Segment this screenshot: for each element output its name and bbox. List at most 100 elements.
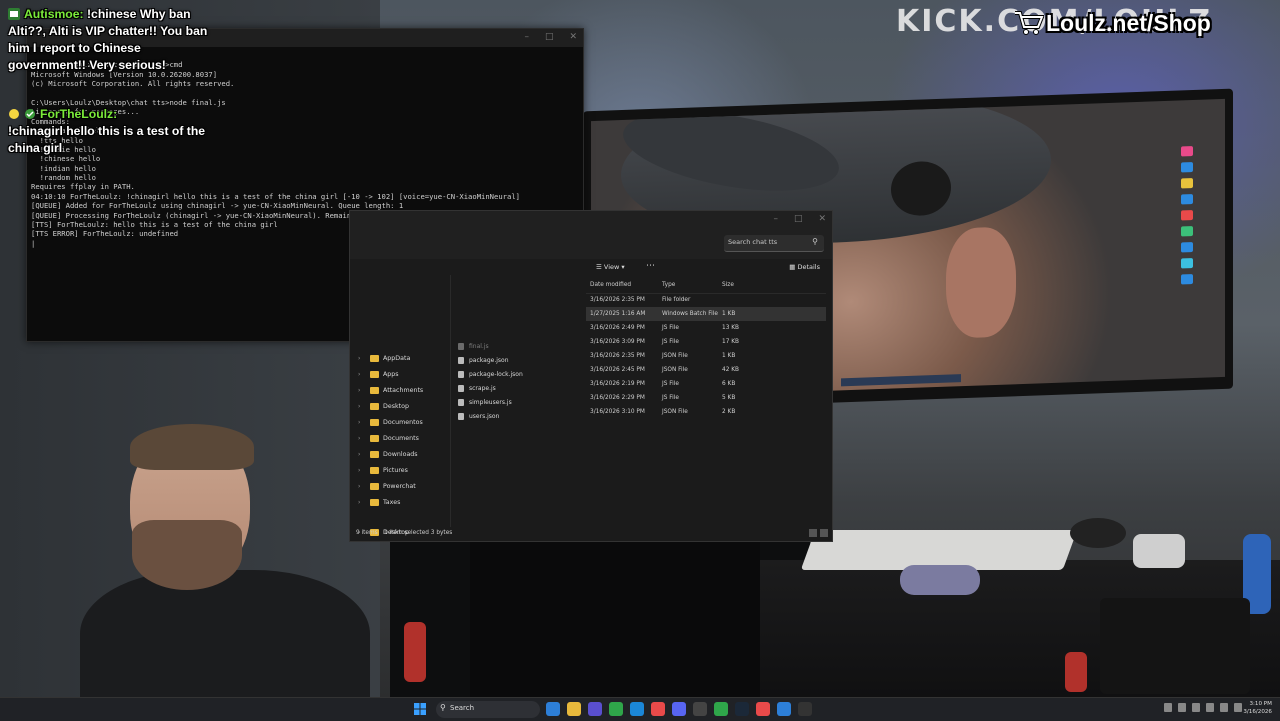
brave-icon[interactable] xyxy=(756,702,770,716)
windows-start-icon[interactable] xyxy=(414,703,426,715)
nav-item-label: AppData xyxy=(383,354,411,362)
app-icon[interactable] xyxy=(693,702,707,716)
chevron-right-icon[interactable]: › xyxy=(358,467,370,474)
minimize-icon[interactable]: – xyxy=(773,214,778,224)
app-icon[interactable] xyxy=(651,702,665,716)
column-type[interactable]: Type xyxy=(662,282,675,288)
cell-date: 3/16/2026 2:35 PM xyxy=(590,297,645,303)
table-row[interactable]: 1/27/2025 1:16 AM Windows Batch File 1 KB xyxy=(586,307,826,321)
chat-username: Autismoe: xyxy=(24,7,84,21)
maximize-icon[interactable]: □ xyxy=(545,32,554,42)
cell-type: JSON File xyxy=(662,353,688,359)
chevron-right-icon[interactable]: › xyxy=(358,419,370,426)
cell-date: 3/16/2026 2:45 PM xyxy=(590,367,645,373)
file-item[interactable]: users.json xyxy=(458,409,586,423)
nav-item[interactable]: › Pictures xyxy=(358,463,408,477)
chevron-right-icon[interactable]: › xyxy=(358,499,370,506)
network-icon[interactable] xyxy=(1178,703,1186,712)
app-icon[interactable] xyxy=(588,702,602,716)
folder-icon xyxy=(370,402,379,410)
details-button[interactable]: ▦ Details xyxy=(789,263,820,271)
mic-icon[interactable] xyxy=(1192,703,1200,712)
chevron-right-icon[interactable]: › xyxy=(358,435,370,442)
table-row[interactable]: 3/16/2026 2:35 PM File folder xyxy=(586,293,826,307)
volume-icon[interactable] xyxy=(1220,703,1228,712)
chevron-up-icon[interactable] xyxy=(1164,703,1172,712)
minimize-icon[interactable]: – xyxy=(524,32,529,42)
folder-icon xyxy=(370,434,379,442)
table-row[interactable]: 3/16/2026 3:09 PM JS File 17 KB xyxy=(586,335,826,349)
folder-icon xyxy=(370,386,379,394)
chevron-right-icon[interactable]: › xyxy=(358,371,370,378)
chevron-right-icon[interactable]: › xyxy=(358,451,370,458)
column-date[interactable]: Date modified xyxy=(590,282,631,288)
table-row[interactable]: 3/16/2026 2:49 PM JS File 13 KB xyxy=(586,321,826,335)
nav-item[interactable]: › Apps xyxy=(358,367,399,381)
file-item[interactable]: package-lock.json xyxy=(458,367,586,381)
file-explorer-window[interactable]: – □ ✕ Search chat tts ⚲ ☰ View ▾ ⋯ ▦ Det… xyxy=(349,210,833,542)
task-view-icon[interactable] xyxy=(546,702,560,716)
app-icon[interactable] xyxy=(714,702,728,716)
nav-item-label: Powerchat xyxy=(383,482,416,490)
hair xyxy=(130,424,254,470)
app-icon[interactable] xyxy=(777,702,791,716)
window-controls: – □ ✕ xyxy=(524,32,577,42)
file-item[interactable]: final.js xyxy=(458,339,586,353)
monitor-taskbar xyxy=(841,374,961,387)
steam-icon[interactable] xyxy=(735,702,749,716)
stream-banner: KICK.COM/LOULZ Loulz.net/Shop xyxy=(896,4,1276,42)
maximize-icon[interactable]: □ xyxy=(794,214,803,224)
view-toggles xyxy=(809,529,828,537)
cell-size: 5 KB xyxy=(722,395,736,401)
table-row[interactable]: 3/16/2026 2:35 PM JSON File 1 KB xyxy=(586,349,826,363)
window-controls: – □ ✕ xyxy=(773,214,826,224)
tiles-view-icon[interactable] xyxy=(820,529,828,537)
more-options-icon[interactable]: ⋯ xyxy=(646,261,655,271)
cell-date: 3/16/2026 2:19 PM xyxy=(590,381,645,387)
table-row[interactable]: 3/16/2026 2:19 PM JS File 6 KB xyxy=(586,377,826,391)
view-button[interactable]: ☰ View ▾ xyxy=(596,263,625,271)
folder-icon xyxy=(370,418,379,426)
search-input[interactable]: Search chat tts xyxy=(728,238,777,246)
chevron-right-icon[interactable]: › xyxy=(358,483,370,490)
chevron-right-icon[interactable]: › xyxy=(358,387,370,394)
close-icon[interactable]: ✕ xyxy=(569,32,577,42)
terminal-line: 04:10:10 ForTheLoulz: !chinagirl hello t… xyxy=(31,191,520,201)
nav-item[interactable]: › Desktop xyxy=(358,399,409,413)
cell-size: 13 KB xyxy=(722,325,739,331)
cell-type: JS File xyxy=(662,325,679,331)
close-icon[interactable]: ✕ xyxy=(818,214,826,224)
nav-item[interactable]: › Powerchat xyxy=(358,479,416,493)
clock[interactable]: 3:10 PM 3/16/2026 xyxy=(1240,700,1272,716)
chat-message: Autismoe: !chinese Why ban Alti??, Alti … xyxy=(8,6,218,74)
nav-item[interactable]: › Taxes xyxy=(358,495,400,509)
file-item[interactable]: package.json xyxy=(458,353,586,367)
file-item[interactable]: scrape.js xyxy=(458,381,586,395)
folder-icon xyxy=(370,498,379,506)
search-box[interactable]: Search chat tts ⚲ xyxy=(724,235,824,252)
chevron-right-icon[interactable]: › xyxy=(358,403,370,410)
file-item[interactable]: simpleusers.js xyxy=(458,395,586,409)
file-explorer-icon[interactable] xyxy=(567,702,581,716)
column-size[interactable]: Size xyxy=(722,282,734,288)
chevron-right-icon[interactable]: › xyxy=(358,355,370,362)
table-row[interactable]: 3/16/2026 2:29 PM JS File 5 KB xyxy=(586,391,826,405)
cell-date: 3/16/2026 3:09 PM xyxy=(590,339,645,345)
table-row[interactable]: 3/16/2026 3:10 PM JSON File 2 KB xyxy=(586,405,826,419)
red-bottle-2 xyxy=(1065,652,1087,692)
terminal-line: (c) Microsoft Corporation. All rights re… xyxy=(31,79,235,89)
file-name: package.json xyxy=(469,356,509,364)
edge-icon[interactable] xyxy=(630,702,644,716)
table-row[interactable]: 3/16/2026 2:45 PM JSON File 42 KB xyxy=(586,363,826,377)
nav-item[interactable]: › Documents xyxy=(358,431,419,445)
discord-icon[interactable] xyxy=(672,702,686,716)
nav-item[interactable]: › Downloads xyxy=(358,447,418,461)
taskbar-search[interactable]: ⚲ Search xyxy=(436,701,540,718)
nav-item[interactable]: › AppData xyxy=(358,351,410,365)
chrome-icon[interactable] xyxy=(609,702,623,716)
terminal-icon[interactable] xyxy=(798,702,812,716)
nav-item[interactable]: › Documentos xyxy=(358,415,423,429)
details-view-icon[interactable] xyxy=(809,529,817,537)
wifi-icon[interactable] xyxy=(1206,703,1214,712)
nav-item[interactable]: › Attachments xyxy=(358,383,423,397)
